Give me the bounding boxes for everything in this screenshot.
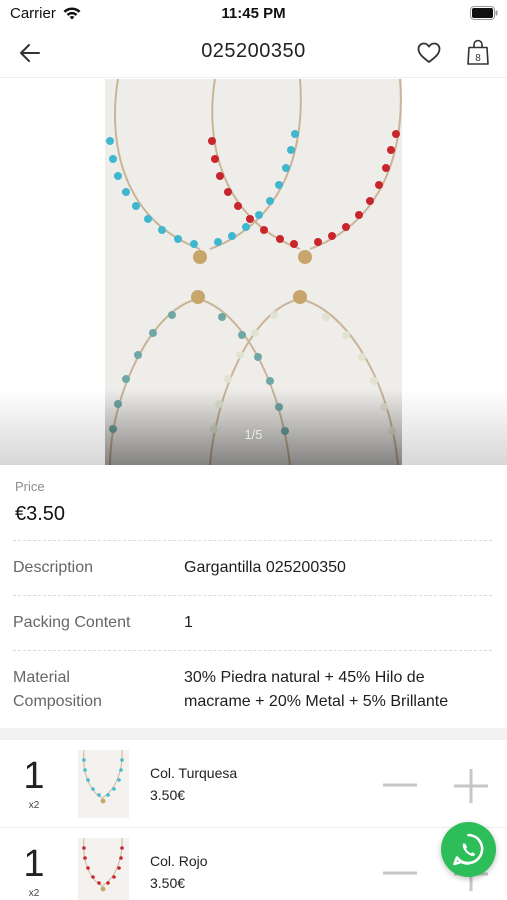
whatsapp-icon (453, 833, 484, 866)
variant-multiplier: x2 (28, 888, 40, 899)
variant-name: Col. Turquesa (150, 765, 238, 781)
variant-price: 3.50€ (150, 787, 186, 803)
variant-thumbnail[interactable] (78, 750, 129, 818)
cart-count-badge: 8 (475, 53, 481, 64)
variant-quantity: 1 (23, 755, 45, 797)
variant-thumbnail[interactable] (78, 838, 129, 900)
product-photo (0, 79, 507, 465)
description-label: Description (13, 559, 94, 576)
favorite-heart-icon[interactable] (415, 39, 443, 67)
packing-content-label: Packing Content (13, 614, 131, 631)
material-composition-label: Material Composition (13, 669, 102, 710)
gallery-page-indicator: 1/5 (244, 427, 263, 442)
packing-content-value: 1 (184, 614, 193, 631)
divider (13, 540, 492, 541)
whatsapp-chat-button[interactable] (441, 822, 496, 877)
price-label: Price (15, 479, 45, 494)
description-value: Gargantilla 025200350 (184, 559, 346, 576)
divider (13, 650, 492, 651)
decrease-quantity-button[interactable] (382, 858, 418, 888)
variant-multiplier: x2 (28, 800, 40, 811)
nav-bar: 025200350 8 (0, 28, 507, 78)
decrease-quantity-button[interactable] (382, 770, 418, 800)
variant-quantity: 1 (23, 843, 45, 885)
material-composition-value: 30% Piedra natural + 45% Hilo de macrame… (184, 669, 449, 710)
price-value: €3.50 (15, 503, 66, 525)
clock: 11:45 PM (221, 5, 286, 22)
variant-row-rojo: 1 x2 Col. Rojo 3.50€ (0, 828, 507, 900)
variant-name: Col. Rojo (150, 853, 208, 869)
increase-quantity-button[interactable] (453, 768, 489, 804)
divider (13, 595, 492, 596)
shopping-bag-icon[interactable]: 8 (466, 38, 490, 66)
variant-price: 3.50€ (150, 875, 186, 891)
product-image-gallery[interactable]: 1/5 (0, 79, 507, 465)
section-separator (0, 728, 507, 740)
battery-icon (470, 6, 498, 25)
variant-row-turquesa: 1 x2 Col. Turquesa 3.50€ (0, 740, 507, 828)
status-bar: Carrier 11:45 PM (0, 0, 507, 28)
